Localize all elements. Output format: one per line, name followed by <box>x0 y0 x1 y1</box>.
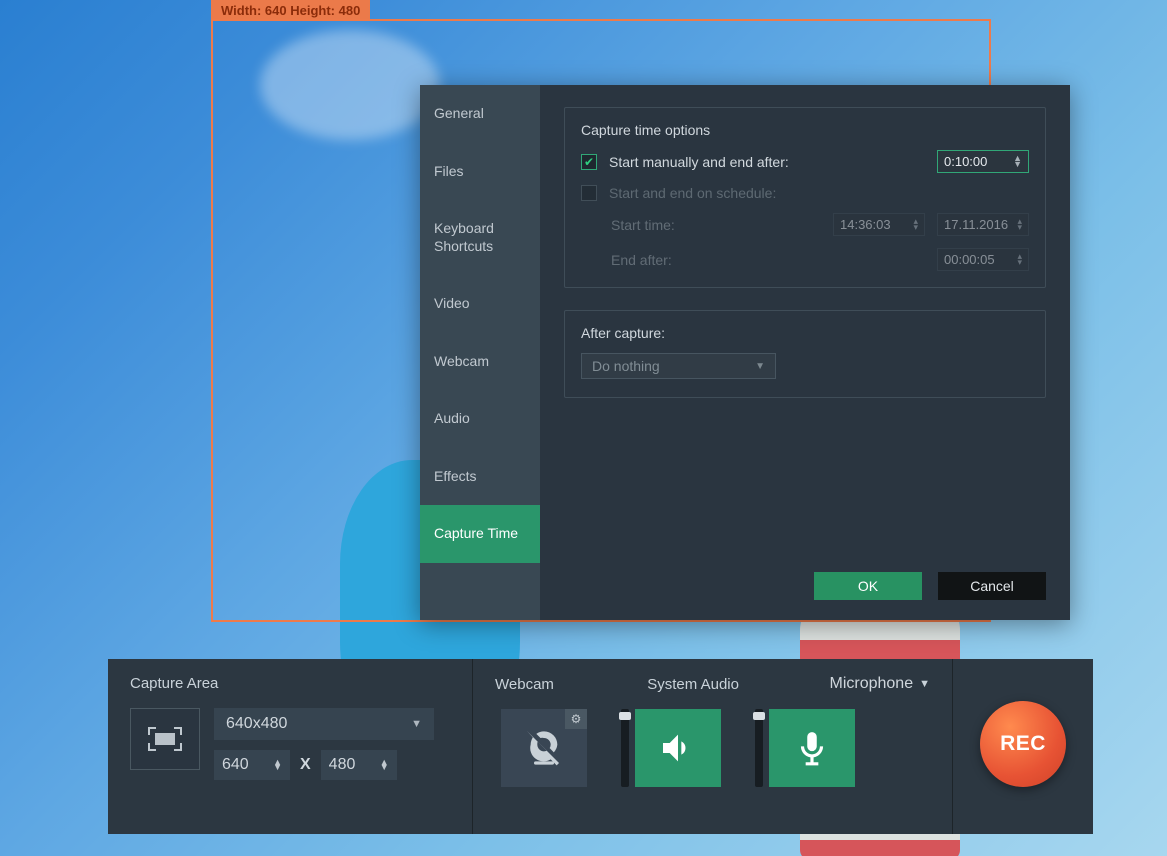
dimension-separator: X <box>300 756 311 774</box>
label-end-after: End after: <box>611 252 691 268</box>
resolution-preset-value: 640x480 <box>226 715 287 733</box>
record-button[interactable]: REC <box>980 701 1066 787</box>
select-after-capture-value: Do nothing <box>592 358 660 374</box>
height-value: 480 <box>329 756 356 774</box>
media-section: Webcam System Audio Microphone ▼ ⚙ <box>473 659 953 834</box>
select-after-capture[interactable]: Do nothing ▼ <box>581 353 776 379</box>
tab-files[interactable]: Files <box>420 143 540 201</box>
webcam-toggle[interactable]: ⚙ <box>501 709 587 787</box>
width-value: 640 <box>222 756 249 774</box>
system-audio-toggle[interactable] <box>635 709 721 787</box>
spinner-arrows-icon[interactable]: ▲▼ <box>273 760 282 771</box>
label-start-manually: Start manually and end after: <box>609 154 925 170</box>
settings-panel: Capture time options Start manually and … <box>540 85 1070 620</box>
value-schedule-end-after: 00:00:05 <box>944 252 995 267</box>
value-start-date: 17.11.2016 <box>944 217 1008 232</box>
tab-audio[interactable]: Audio <box>420 390 540 448</box>
spinner-arrows-icon: ▴▾ <box>1017 254 1022 265</box>
value-start-time: 14:36:03 <box>840 217 891 232</box>
input-start-time: 14:36:03 ▴▾ <box>833 213 925 236</box>
settings-tabs: General Files Keyboard Shortcuts Video W… <box>420 85 540 620</box>
webcam-off-icon <box>524 728 564 768</box>
tab-video[interactable]: Video <box>420 275 540 333</box>
volume-knob[interactable] <box>619 712 631 720</box>
label-schedule: Start and end on schedule: <box>609 185 1029 201</box>
after-capture-box: After capture: Do nothing ▼ <box>564 310 1046 398</box>
tab-general[interactable]: General <box>420 85 540 143</box>
height-input[interactable]: 480 ▲▼ <box>321 750 397 780</box>
chevron-down-icon: ▼ <box>411 718 422 730</box>
spinner-arrows-icon: ▴▾ <box>913 219 918 230</box>
capture-time-options-title: Capture time options <box>581 122 1029 138</box>
record-section: REC <box>953 659 1093 834</box>
spinner-arrows-icon: ▴▾ <box>1017 219 1022 230</box>
checkbox-start-manually[interactable] <box>581 154 597 170</box>
chevron-down-icon: ▼ <box>919 678 930 690</box>
tab-keyboard-shortcuts[interactable]: Keyboard Shortcuts <box>420 200 540 275</box>
width-input[interactable]: 640 ▲▼ <box>214 750 290 780</box>
spinner-arrows-icon[interactable]: ▲▼ <box>380 760 389 771</box>
gear-icon: ⚙ <box>571 712 582 726</box>
resolution-preset-select[interactable]: 640x480 ▼ <box>214 708 434 740</box>
label-start-time: Start time: <box>611 217 691 233</box>
input-schedule-end-after: 00:00:05 ▴▾ <box>937 248 1029 271</box>
system-audio-volume-slider[interactable] <box>621 709 629 787</box>
system-audio-label: System Audio <box>647 676 807 693</box>
chevron-down-icon: ▼ <box>755 361 765 372</box>
speaker-icon <box>658 728 698 768</box>
tab-webcam[interactable]: Webcam <box>420 333 540 391</box>
select-area-icon <box>148 727 182 751</box>
select-area-button[interactable] <box>130 708 200 770</box>
capture-toolbar: Capture Area 640x480 ▼ 640 ▲▼ <box>108 659 1093 834</box>
input-end-after-duration[interactable]: 0:10:00 ▲▼ <box>937 150 1029 173</box>
capture-time-options-box: Capture time options Start manually and … <box>564 107 1046 288</box>
webcam-settings-button[interactable]: ⚙ <box>565 709 587 729</box>
cancel-button[interactable]: Cancel <box>938 572 1046 600</box>
microphone-label: Microphone <box>830 675 914 693</box>
capture-area-section: Capture Area 640x480 ▼ 640 ▲▼ <box>108 659 473 834</box>
capture-area-title: Capture Area <box>130 675 450 692</box>
after-capture-title: After capture: <box>581 325 1029 341</box>
microphone-icon <box>793 728 831 768</box>
volume-knob[interactable] <box>753 712 765 720</box>
tab-capture-time[interactable]: Capture Time <box>420 505 540 563</box>
ok-button[interactable]: OK <box>814 572 922 600</box>
value-end-after-duration: 0:10:00 <box>944 154 987 169</box>
input-start-date: 17.11.2016 ▴▾ <box>937 213 1029 236</box>
microphone-dropdown[interactable]: Microphone ▼ <box>830 675 931 693</box>
spinner-arrows-icon[interactable]: ▲▼ <box>1013 156 1022 167</box>
capture-dimensions-label: Width: 640 Height: 480 <box>211 0 370 21</box>
microphone-toggle[interactable] <box>769 709 855 787</box>
webcam-label: Webcam <box>495 676 625 693</box>
settings-dialog: General Files Keyboard Shortcuts Video W… <box>420 85 1070 620</box>
checkbox-schedule[interactable] <box>581 185 597 201</box>
tab-effects[interactable]: Effects <box>420 448 540 506</box>
microphone-volume-slider[interactable] <box>755 709 763 787</box>
